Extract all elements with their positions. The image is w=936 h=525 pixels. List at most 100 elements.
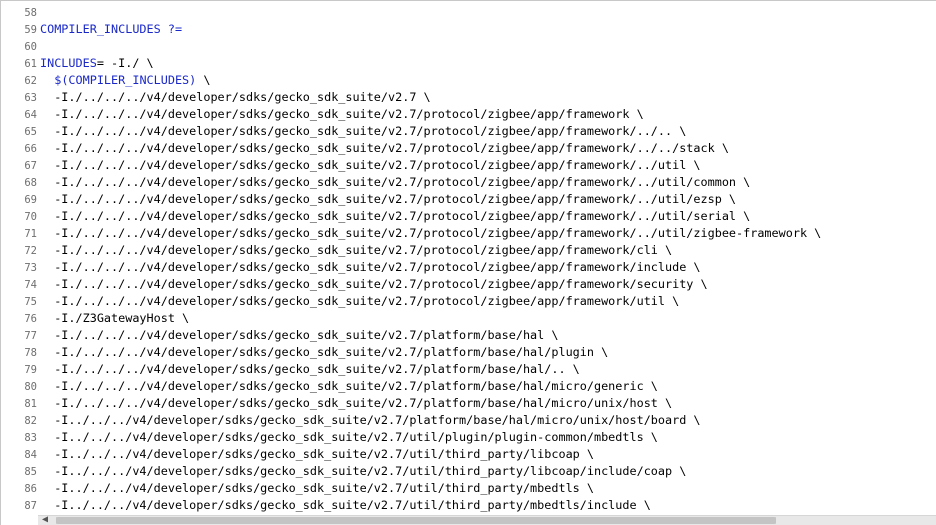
line-number: 65 (24, 126, 37, 138)
code-token: -I../../../v4/developer/sdks/gecko_sdk_s… (40, 447, 594, 461)
code-text: -I../../../v4/developer/sdks/gecko_sdk_s… (40, 498, 651, 512)
line-number: 58 (24, 7, 37, 19)
code-token: -I./../../../v4/developer/sdks/gecko_sdk… (40, 158, 701, 172)
code-token: -I../../../v4/developer/sdks/gecko_sdk_s… (40, 464, 687, 478)
code-line: 78 -I./../../../v4/developer/sdks/gecko_… (1, 344, 936, 361)
code-text: -I./../../../v4/developer/sdks/gecko_sdk… (40, 362, 580, 376)
code-text: -I../../../v4/developer/sdks/gecko_sdk_s… (40, 447, 594, 461)
line-number: 78 (24, 347, 37, 359)
code-text: $(COMPILER_INCLUDES) \ (40, 73, 210, 87)
line-number: 86 (24, 483, 37, 495)
line-number: 68 (24, 177, 37, 189)
line-number: 79 (24, 364, 37, 376)
code-token: -I../../../v4/developer/sdks/gecko_sdk_s… (40, 498, 651, 512)
line-number: 83 (24, 432, 37, 444)
code-line: 58 (1, 4, 936, 21)
code-line: 81 -I./../../../v4/developer/sdks/gecko_… (1, 395, 936, 412)
code-text: COMPILER_INCLUDES ?= (40, 22, 182, 36)
code-line: 85 -I../../../v4/developer/sdks/gecko_sd… (1, 463, 936, 480)
code-text: -I./Z3GatewayHost \ (40, 311, 189, 325)
code-line: 68 -I./../../../v4/developer/sdks/gecko_… (1, 174, 936, 191)
code-token: -I./../../../v4/developer/sdks/gecko_sdk… (40, 345, 609, 359)
code-text: -I./../../../v4/developer/sdks/gecko_sdk… (40, 226, 821, 240)
line-number: 63 (24, 92, 37, 104)
code-text: INCLUDES= -I./ \ (40, 56, 154, 70)
line-number: 80 (24, 381, 37, 393)
line-number: 74 (24, 279, 37, 291)
code-token: -I./../../../v4/developer/sdks/gecko_sdk… (40, 294, 680, 308)
scroll-left-icon[interactable]: ◀ (38, 514, 52, 525)
code-token: -I./../../../v4/developer/sdks/gecko_sdk… (40, 243, 673, 257)
code-token: -I./../../../v4/developer/sdks/gecko_sdk… (40, 260, 701, 274)
code-line: 83 -I../../../v4/developer/sdks/gecko_sd… (1, 429, 936, 446)
code-line: 70 -I./../../../v4/developer/sdks/gecko_… (1, 208, 936, 225)
line-number: 62 (24, 75, 37, 87)
code-text: -I./../../../v4/developer/sdks/gecko_sdk… (40, 328, 558, 342)
code-token: -I./../../../v4/developer/sdks/gecko_sdk… (40, 90, 431, 104)
line-number: 60 (24, 41, 37, 53)
code-editor[interactable]: 58 59 COMPILER_INCLUDES ?= 60 61 INCLUDES= -I… (0, 0, 936, 525)
line-number: 69 (24, 194, 37, 206)
code-token: -I./Z3GatewayHost \ (40, 311, 190, 325)
line-number: 81 (24, 398, 37, 410)
code-text: -I./../../../v4/developer/sdks/gecko_sdk… (40, 107, 644, 121)
code-token: -I./../../../v4/developer/sdks/gecko_sdk… (40, 379, 658, 393)
code-text: -I../../../v4/developer/sdks/gecko_sdk_s… (40, 464, 686, 478)
code-token: -I./../../../v4/developer/sdks/gecko_sdk… (40, 277, 708, 291)
code-text: -I./../../../v4/developer/sdks/gecko_sdk… (40, 124, 686, 138)
code-lines: 58 59 COMPILER_INCLUDES ?= 60 61 INCLUDES= -I… (1, 4, 936, 514)
horizontal-scrollbar[interactable]: ◀ (38, 514, 936, 525)
code-line: 66 -I./../../../v4/developer/sdks/gecko_… (1, 140, 936, 157)
line-number: 59 (24, 24, 37, 36)
code-line: 79 -I./../../../v4/developer/sdks/gecko_… (1, 361, 936, 378)
code-line: 73 -I./../../../v4/developer/sdks/gecko_… (1, 259, 936, 276)
code-token: -I./../../../v4/developer/sdks/gecko_sdk… (40, 141, 729, 155)
code-line: 86 -I../../../v4/developer/sdks/gecko_sd… (1, 480, 936, 497)
line-number: 82 (24, 415, 37, 427)
code-text: -I./../../../v4/developer/sdks/gecko_sdk… (40, 345, 608, 359)
code-text: -I./../../../v4/developer/sdks/gecko_sdk… (40, 175, 750, 189)
code-text: -I./../../../v4/developer/sdks/gecko_sdk… (40, 141, 729, 155)
code-token: -I../../../v4/developer/sdks/gecko_sdk_s… (40, 430, 658, 444)
line-number: 71 (24, 228, 37, 240)
code-line: 82 -I../../../v4/developer/sdks/gecko_sd… (1, 412, 936, 429)
code-text: -I./../../../v4/developer/sdks/gecko_sdk… (40, 277, 708, 291)
code-line: 87 -I../../../v4/developer/sdks/gecko_sd… (1, 497, 936, 514)
code-line: 60 (1, 38, 936, 55)
code-text: -I./../../../v4/developer/sdks/gecko_sdk… (40, 158, 701, 172)
line-number: 76 (24, 313, 37, 325)
code-token: -I./../../../v4/developer/sdks/gecko_sdk… (40, 124, 687, 138)
code-text: -I../../../v4/developer/sdks/gecko_sdk_s… (40, 413, 701, 427)
code-token: -I../../../v4/developer/sdks/gecko_sdk_s… (40, 481, 594, 495)
variable-token: $(COMPILER_INCLUDES) (54, 73, 197, 87)
code-line: 76 -I./Z3GatewayHost \ (1, 310, 936, 327)
code-line: 71 -I./../../../v4/developer/sdks/gecko_… (1, 225, 936, 242)
code-token: -I../../../v4/developer/sdks/gecko_sdk_s… (40, 413, 701, 427)
code-text: -I../../../v4/developer/sdks/gecko_sdk_s… (40, 430, 658, 444)
scrollbar-thumb[interactable] (56, 517, 776, 524)
code-line: 72 -I./../../../v4/developer/sdks/gecko_… (1, 242, 936, 259)
code-line: 63 -I./../../../v4/developer/sdks/gecko_… (1, 89, 936, 106)
line-number: 61 (24, 58, 37, 70)
line-number: 85 (24, 466, 37, 478)
line-number: 64 (24, 109, 37, 121)
code-line: 61 INCLUDES= -I./ \ (1, 55, 936, 72)
code-line: 74 -I./../../../v4/developer/sdks/gecko_… (1, 276, 936, 293)
code-token: -I./../../../v4/developer/sdks/gecko_sdk… (40, 328, 559, 342)
code-line: 62 $(COMPILER_INCLUDES) \ (1, 72, 936, 89)
code-text: -I../../../v4/developer/sdks/gecko_sdk_s… (40, 481, 594, 495)
line-number: 72 (24, 245, 37, 257)
code-token: \ (196, 73, 211, 87)
variable-token: COMPILER_INCLUDES (40, 22, 161, 36)
code-text: -I./../../../v4/developer/sdks/gecko_sdk… (40, 260, 701, 274)
code-token: = -I./ \ (96, 56, 154, 70)
code-line: 67 -I./../../../v4/developer/sdks/gecko_… (1, 157, 936, 174)
code-line: 77 -I./../../../v4/developer/sdks/gecko_… (1, 327, 936, 344)
code-text: -I./../../../v4/developer/sdks/gecko_sdk… (40, 192, 736, 206)
code-token: -I./../../../v4/developer/sdks/gecko_sdk… (40, 107, 644, 121)
code-text: -I./../../../v4/developer/sdks/gecko_sdk… (40, 209, 750, 223)
line-number: 87 (24, 500, 37, 512)
code-line: 80 -I./../../../v4/developer/sdks/gecko_… (1, 378, 936, 395)
